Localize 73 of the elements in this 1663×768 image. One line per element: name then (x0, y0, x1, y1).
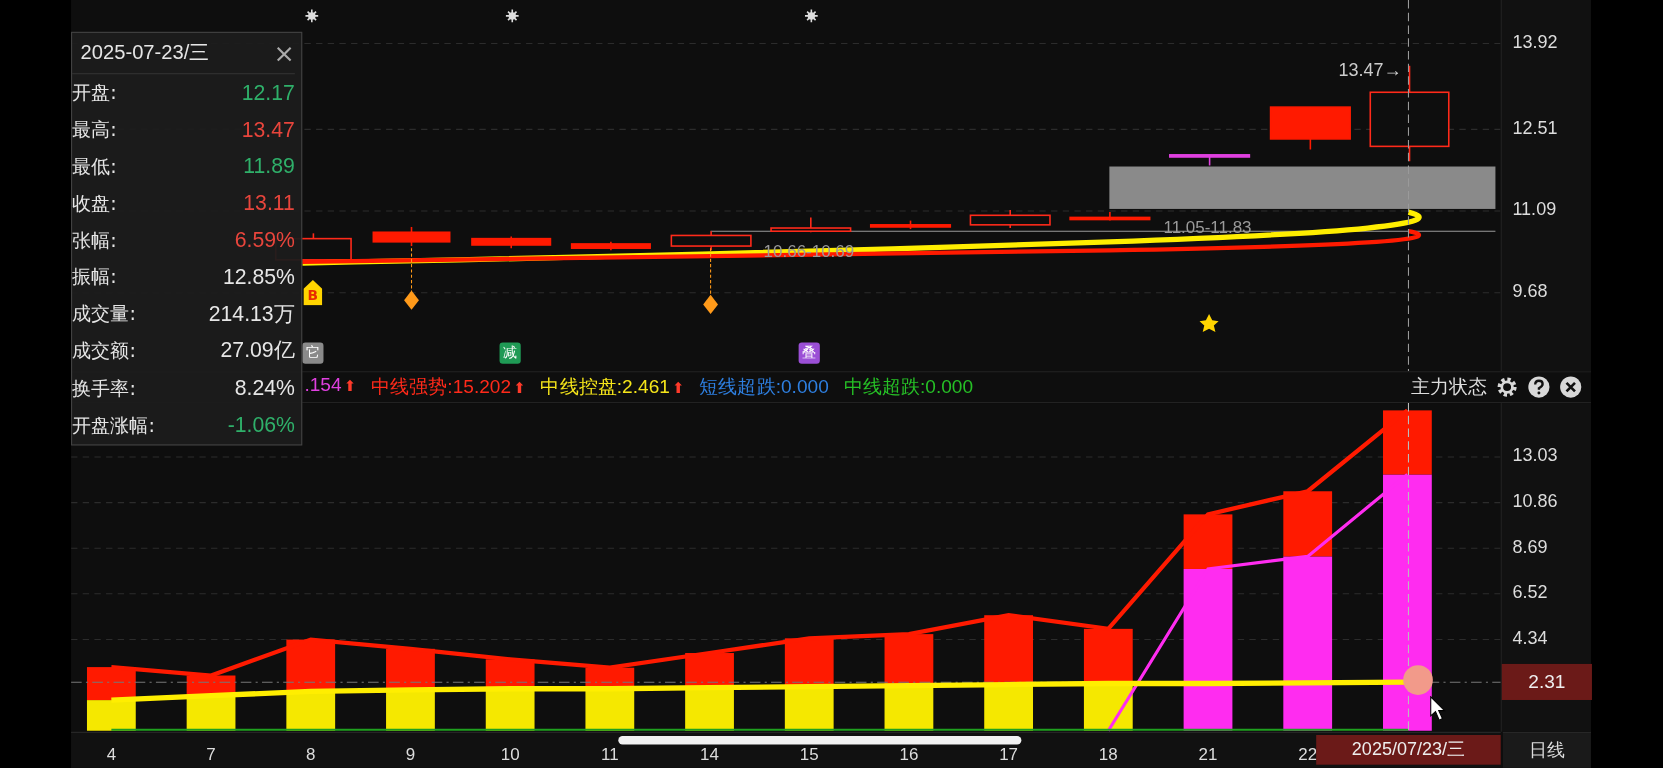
date-axis-label: 11 (600, 745, 620, 765)
asterisk-icon (505, 8, 520, 24)
close-button[interactable]: × (273, 38, 295, 68)
axis-tick-label: 13.03 (1512, 445, 1558, 467)
buy-signal-marker: B (303, 280, 323, 306)
panel-date: 2025-07-23/三 (80, 40, 210, 66)
diamond-marker-icon (404, 247, 419, 310)
field-label: 开盘涨幅: (72, 412, 155, 438)
settings-icon[interactable] (1495, 375, 1519, 399)
period-label[interactable]: 日线 (1502, 731, 1591, 768)
signal-badge: 减 (499, 342, 521, 364)
field-label: 收盘: (72, 190, 117, 216)
bar-segment (784, 686, 834, 731)
axis-tick-label: 6.52 (1512, 582, 1548, 604)
axis-tick-label: 11.09 (1512, 199, 1557, 221)
date-axis-label: 16 (898, 745, 920, 765)
date-axis-label: 7 (205, 745, 217, 765)
date-axis-label: 14 (699, 745, 720, 765)
field-label: 张幅: (72, 227, 117, 253)
date-axis-label: 9 (404, 745, 417, 765)
bar-segment (86, 700, 136, 731)
indicator-value: .154⬆ (304, 374, 357, 398)
field-value: 13.11 (243, 191, 295, 216)
date-axis-label: 22 (1297, 745, 1319, 765)
field-value: -1.06% (227, 412, 295, 438)
field-label: 开盘: (72, 80, 117, 106)
date-axis-label: 18 (1097, 745, 1119, 765)
current-value-badge: 2.31 (1501, 664, 1592, 701)
range-label: 10.66-10.69 (763, 241, 855, 261)
close-icon[interactable] (1559, 375, 1583, 399)
field-label: 最高: (72, 116, 117, 143)
field-label: 成交额: (72, 338, 136, 364)
field-value: 13.47 (241, 117, 295, 142)
axis-tick-label: 13.92 (1512, 31, 1558, 54)
field-label: 振幅: (72, 264, 117, 290)
signal-badge: 它 (302, 342, 324, 364)
indicator-title[interactable]: 主力状态 (1410, 374, 1487, 400)
signal-badge: 叠 (798, 342, 820, 364)
field-value: 27.09亿 (220, 337, 295, 365)
axis-tick-label: 4.34 (1512, 627, 1548, 650)
indicator-value: 中线强势:15.202⬆ (370, 375, 526, 400)
axis-tick-label: 9.68 (1512, 281, 1548, 303)
cursor-icon (1429, 695, 1447, 722)
field-label: 换手率: (72, 375, 136, 401)
field-value: 12.85% (222, 265, 295, 290)
high-price-label: 13.47→ (1338, 60, 1402, 82)
indicator-value: 短线超跌:0.000 (699, 375, 829, 400)
indicator-value: 中线控盘:2.461⬆ (540, 375, 685, 400)
axis-tick-label: 12.51 (1512, 117, 1558, 139)
asterisk-icon (804, 8, 819, 24)
crosshair-dot (1403, 665, 1433, 695)
field-value: 12.17 (241, 80, 295, 105)
field-value: 214.13万 (208, 300, 295, 328)
asterisk-icon (304, 8, 319, 24)
field-value: 8.24% (234, 375, 295, 401)
axis-tick-label: 10.86 (1512, 490, 1558, 513)
date-axis-label: 21 (1197, 745, 1219, 765)
star-icon (1199, 313, 1219, 332)
date-axis-label: 10 (499, 745, 521, 765)
date-axis-label: 15 (798, 745, 820, 765)
date-axis-label: 4 (105, 745, 118, 765)
field-value: 6.59% (234, 228, 295, 253)
field-label: 成交量: (72, 301, 136, 327)
field-label: 最低: (72, 153, 117, 180)
help-icon[interactable] (1527, 375, 1551, 399)
diamond-marker-icon (703, 247, 718, 314)
field-value: 11.89 (243, 154, 295, 179)
axis-tick-label: 8.69 (1512, 536, 1548, 558)
selected-date-badge: 2025/07/23/三 (1316, 735, 1501, 765)
date-axis-label: 8 (305, 745, 317, 765)
date-axis-label: 17 (998, 745, 1020, 765)
indicator-value: 中线超跌:0.000 (843, 375, 974, 400)
bar-segment (1083, 628, 1133, 684)
